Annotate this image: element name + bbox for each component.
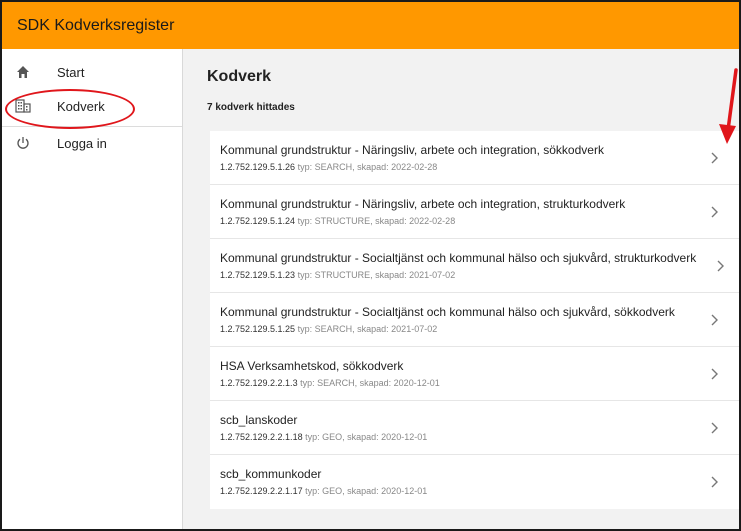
sidebar-item-label: Start: [57, 64, 85, 80]
list-item-created: 2021-07-02: [409, 270, 456, 280]
list-item[interactable]: Kommunal grundstruktur - Socialtjänst oc…: [210, 239, 739, 293]
created-prefix: skapad:: [357, 324, 392, 334]
created-prefix: skapad:: [375, 216, 410, 226]
sidebar: Start Kodverk Logga in: [2, 49, 183, 529]
home-icon: [15, 64, 31, 80]
list-item-created: 2022-02-28: [409, 216, 456, 226]
list-item[interactable]: Kommunal grundstruktur - Näringsliv, arb…: [210, 131, 739, 185]
list-item-created: 2021-07-02: [391, 324, 438, 334]
main-content: Kodverk 7 kodverk hittades Kommunal grun…: [183, 49, 739, 529]
list-item-meta: 1.2.752.129.5.1.25 typ: SEARCH, skapad: …: [220, 324, 438, 334]
list-item-meta: 1.2.752.129.2.2.1.17 typ: GEO, skapad: 2…: [220, 486, 428, 496]
chevron-right-icon: [711, 314, 718, 326]
sidebar-divider: [2, 126, 182, 127]
list-item-title: scb_kommunkoder: [220, 467, 322, 481]
list-item-type: STRUCTURE: [314, 216, 371, 226]
sidebar-item-label: Kodverk: [57, 98, 105, 114]
list-item-title: Kommunal grundstruktur - Näringsliv, arb…: [220, 143, 604, 157]
building-icon: [15, 98, 31, 114]
list-item-type: SEARCH: [314, 324, 353, 334]
created-prefix: skapad:: [347, 486, 382, 496]
list-item[interactable]: Kommunal grundstruktur - Näringsliv, arb…: [210, 185, 739, 239]
list-item-type: SEARCH: [317, 378, 355, 388]
app-title: SDK Kodverksregister: [17, 16, 175, 34]
list-item-oid: 1.2.752.129.5.1.23: [220, 270, 296, 280]
list-item[interactable]: Kommunal grundstruktur - Socialtjänst oc…: [210, 293, 739, 347]
list-item-meta: 1.2.752.129.2.2.1.18 typ: GEO, skapad: 2…: [220, 432, 428, 442]
created-prefix: skapad:: [359, 378, 394, 388]
app-frame: SDK Kodverksregister Start Kodverk Logga…: [0, 0, 741, 531]
chevron-right-icon: [717, 260, 724, 272]
chevron-right-icon: [711, 206, 718, 218]
power-icon: [15, 135, 31, 151]
list-item-type: GEO: [322, 486, 343, 496]
chevron-right-icon: [711, 476, 718, 488]
result-count: 7 kodverk hittades: [207, 102, 295, 113]
list-item-oid: 1.2.752.129.2.2.1.3: [220, 378, 298, 388]
chevron-right-icon: [711, 422, 718, 434]
list-item-created: 2022-02-28: [391, 162, 438, 172]
list-item[interactable]: HSA Verksamhetskod, sökkodverk 1.2.752.1…: [210, 347, 739, 401]
list-item-title: scb_lanskoder: [220, 413, 298, 427]
list-item-created: 2020-12-01: [393, 378, 440, 388]
chevron-right-icon: [711, 152, 718, 164]
sidebar-item-logga-in[interactable]: Logga in: [2, 128, 182, 158]
list-item-type: GEO: [322, 432, 343, 442]
list-item-meta: 1.2.752.129.5.1.23 typ: STRUCTURE, skapa…: [220, 270, 456, 280]
sidebar-item-label: Logga in: [57, 135, 107, 151]
list-item-created: 2020-12-01: [381, 432, 428, 442]
type-prefix: typ:: [297, 162, 315, 172]
list-item-oid: 1.2.752.129.5.1.25: [220, 324, 296, 334]
type-prefix: typ:: [297, 216, 315, 226]
created-prefix: skapad:: [357, 162, 392, 172]
sidebar-item-kodverk[interactable]: Kodverk: [2, 91, 182, 121]
list-item-meta: 1.2.752.129.5.1.26 typ: SEARCH, skapad: …: [220, 162, 438, 172]
list-item-title: Kommunal grundstruktur - Socialtjänst oc…: [220, 251, 697, 265]
type-prefix: typ:: [297, 270, 315, 280]
list-item-title: Kommunal grundstruktur - Näringsliv, arb…: [220, 197, 626, 211]
created-prefix: skapad:: [347, 432, 382, 442]
created-prefix: skapad:: [375, 270, 410, 280]
list-item-type: STRUCTURE: [314, 270, 371, 280]
type-prefix: typ:: [305, 486, 323, 496]
list-item-oid: 1.2.752.129.5.1.26: [220, 162, 296, 172]
chevron-right-icon: [711, 368, 718, 380]
list-item-title: Kommunal grundstruktur - Socialtjänst oc…: [220, 305, 675, 319]
type-prefix: typ:: [300, 378, 318, 388]
app-bar: SDK Kodverksregister: [2, 2, 739, 49]
list-item[interactable]: scb_kommunkoder 1.2.752.129.2.2.1.17 typ…: [210, 455, 739, 509]
list-item-meta: 1.2.752.129.2.2.1.3 typ: SEARCH, skapad:…: [220, 378, 440, 388]
list-item-meta: 1.2.752.129.5.1.24 typ: STRUCTURE, skapa…: [220, 216, 456, 226]
page-title: Kodverk: [207, 68, 272, 85]
type-prefix: typ:: [305, 432, 323, 442]
list-item-oid: 1.2.752.129.5.1.24: [220, 216, 296, 226]
sidebar-item-start[interactable]: Start: [2, 57, 182, 87]
list-item-oid: 1.2.752.129.2.2.1.17: [220, 486, 303, 496]
list-item[interactable]: scb_lanskoder 1.2.752.129.2.2.1.18 typ: …: [210, 401, 739, 455]
list-item-oid: 1.2.752.129.2.2.1.18: [220, 432, 303, 442]
list-item-created: 2020-12-01: [381, 486, 428, 496]
type-prefix: typ:: [297, 324, 315, 334]
kodverk-list: Kommunal grundstruktur - Näringsliv, arb…: [210, 131, 739, 509]
list-item-type: SEARCH: [314, 162, 353, 172]
list-item-title: HSA Verksamhetskod, sökkodverk: [220, 359, 404, 373]
